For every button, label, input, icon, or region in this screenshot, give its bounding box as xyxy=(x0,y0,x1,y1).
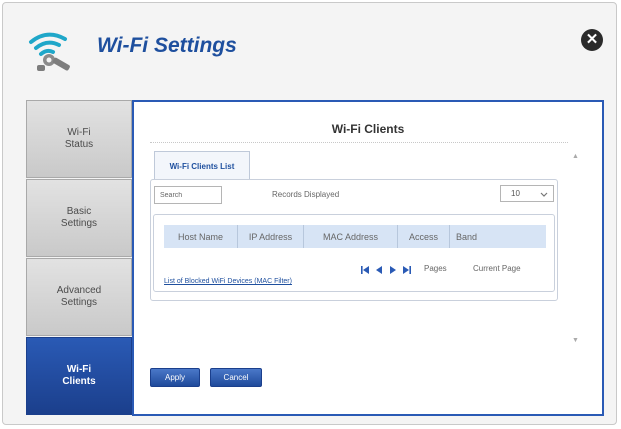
sidebar: Wi-Fi Status Basic Settings Advanced Set… xyxy=(26,100,132,416)
heading-divider xyxy=(150,142,568,143)
apply-button-label: Apply xyxy=(164,373,185,382)
column-header-band[interactable]: Band xyxy=(450,225,546,248)
next-page-icon[interactable] xyxy=(388,262,398,274)
tab-wifi-clients-list[interactable]: Wi-Fi Clients List xyxy=(154,151,250,180)
current-page-label: Current Page xyxy=(473,264,521,273)
records-per-page-value: 10 xyxy=(511,189,520,198)
scroll-down-arrow-icon[interactable]: ▼ xyxy=(572,337,579,344)
clients-table: Host Name IP Address MAC Address Access … xyxy=(153,214,555,292)
last-page-icon[interactable] xyxy=(402,262,412,274)
sidebar-item-wifi-status[interactable]: Wi-Fi Status xyxy=(26,100,132,178)
window-header: Wi-Fi Settings ✕ xyxy=(3,3,616,95)
blocked-devices-link[interactable]: List of Blocked WiFi Devices (MAC Filter… xyxy=(164,278,292,285)
clients-list-panel: Records Displayed 10 Host Name IP Addres… xyxy=(150,179,558,301)
search-input[interactable] xyxy=(154,186,222,204)
sidebar-item-label: Basic Settings xyxy=(60,206,98,229)
records-per-page-select[interactable]: 10 xyxy=(500,185,554,202)
sidebar-item-advanced-settings[interactable]: Advanced Settings xyxy=(26,258,132,336)
sidebar-item-basic-settings[interactable]: Basic Settings xyxy=(26,179,132,257)
pages-label: Pages xyxy=(424,264,447,273)
window-title: Wi-Fi Settings xyxy=(97,34,237,57)
wifi-gear-logo-icon xyxy=(25,27,77,75)
scroll-up-arrow-icon[interactable]: ▲ xyxy=(572,153,579,160)
tab-label: Wi-Fi Clients List xyxy=(169,161,235,171)
chevron-down-icon xyxy=(539,189,549,199)
column-header-host-name[interactable]: Host Name xyxy=(164,225,238,248)
column-header-ip-address[interactable]: IP Address xyxy=(238,225,304,248)
close-button[interactable]: ✕ xyxy=(581,29,603,51)
cancel-button-label: Cancel xyxy=(223,373,249,382)
apply-button[interactable]: Apply xyxy=(150,368,200,387)
cancel-button[interactable]: Cancel xyxy=(210,368,262,387)
sidebar-item-label: Wi-Fi Status xyxy=(64,127,94,150)
sidebar-item-wifi-clients[interactable]: Wi-Fi Clients xyxy=(26,337,132,415)
close-icon: ✕ xyxy=(585,31,599,48)
first-page-icon[interactable] xyxy=(360,262,370,274)
panel-heading: Wi-Fi Clients xyxy=(331,122,405,136)
records-displayed-label: Records Displayed xyxy=(272,190,340,199)
sidebar-item-label: Advanced Settings xyxy=(56,285,102,308)
column-header-access[interactable]: Access xyxy=(398,225,450,248)
previous-page-icon[interactable] xyxy=(374,262,384,274)
main-panel: Wi-Fi Clients ▲ ▼ Wi-Fi Clients List Rec… xyxy=(132,100,604,416)
wifi-settings-window: Wi-Fi Settings ✕ Wi-Fi Status Basic Sett… xyxy=(2,2,617,425)
sidebar-item-label: Wi-Fi Clients xyxy=(62,364,96,387)
column-header-mac-address[interactable]: MAC Address xyxy=(304,225,398,248)
